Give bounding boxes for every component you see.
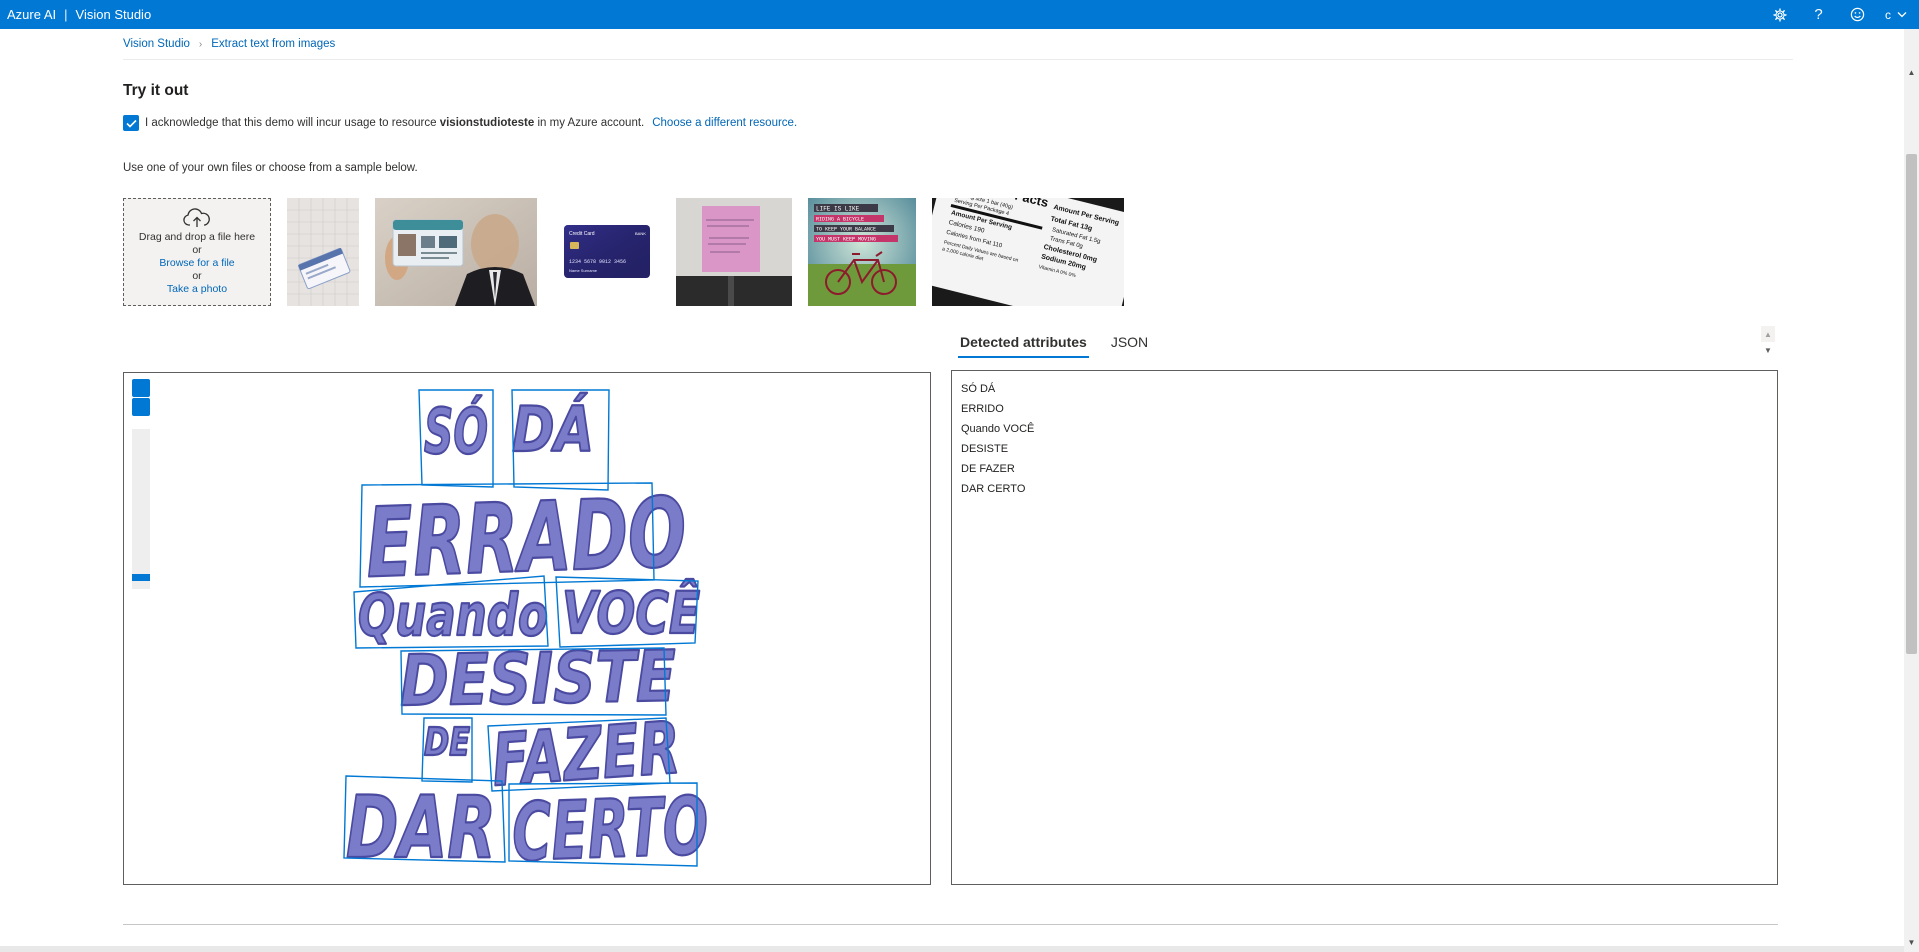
account-menu[interactable]: c [1877, 8, 1919, 22]
art-word-so: SÓ [424, 395, 488, 468]
drag-drop-text: Drag and drop a file here [138, 230, 256, 243]
product-name: Vision Studio [75, 7, 152, 22]
or-text: or [192, 270, 202, 283]
scroll-down-button[interactable]: ▼ [1761, 342, 1775, 358]
smiley-icon [1850, 7, 1865, 22]
art-word-da: DÁ [512, 393, 594, 466]
art-word-de: DE [424, 720, 470, 764]
cloud-upload-icon [183, 208, 210, 227]
analyzed-image: SÓ DÁ ERRADO Quando VOCÊ DESISTE DE FAZE… [343, 389, 711, 880]
result-tabs: Detected attributes JSON [958, 330, 1170, 358]
sample-image-sticky-note[interactable] [676, 198, 792, 306]
detected-line: DE FAZER [961, 463, 1015, 475]
detected-attributes-panel: SÓ DÁ ERRIDO Quando VOCÊ DESISTE DE FAZE… [951, 370, 1778, 885]
question-mark-icon: ? [1814, 6, 1823, 23]
help-button[interactable]: ? [1799, 0, 1838, 29]
top-bar-actions: ? c [1760, 0, 1919, 29]
choose-resource-link[interactable]: Choose a different resource. [652, 117, 797, 129]
poster-line-3: TO KEEP YOUR BALANCE [816, 227, 876, 233]
sample-hint: Use one of your own files or choose from… [123, 162, 418, 174]
settings-button[interactable] [1760, 0, 1799, 29]
acknowledge-checkbox[interactable] [123, 115, 139, 131]
chevron-right-icon: › [198, 38, 203, 50]
acknowledge-text-before: I acknowledge that this demo will incur … [145, 117, 437, 129]
breadcrumb: Vision Studio › Extract text from images [123, 38, 335, 50]
detected-line: DESISTE [961, 443, 1009, 455]
art-word-dar: DAR [346, 778, 496, 878]
browse-file-link[interactable]: Browse for a file [159, 257, 234, 270]
poster-line-1: LIFE IS LIKE [816, 206, 860, 213]
brand-name: Azure AI [7, 7, 57, 22]
poster-line-2: RIDING A BICYCLE [816, 217, 864, 223]
credit-card-brand: Credit Card [569, 231, 595, 237]
detected-line: Quando VOCÊ [961, 423, 1035, 435]
tab-json[interactable]: JSON [1109, 330, 1150, 358]
breadcrumb-current-link[interactable]: Extract text from images [211, 38, 335, 50]
file-dropzone[interactable]: Drag and drop a file here or Browse for … [123, 198, 271, 306]
sample-image-credit-card[interactable]: Credit Card BANK 1234 5678 9012 3456 Nam… [553, 198, 655, 306]
tab-detected-attributes[interactable]: Detected attributes [958, 330, 1089, 358]
user-initial: c [1885, 7, 1891, 22]
breadcrumb-root-link[interactable]: Vision Studio [123, 38, 190, 50]
scrollbar-down-arrow[interactable]: ▼ [1904, 934, 1919, 951]
breadcrumb-divider [123, 59, 1793, 60]
chevron-down-icon [1897, 12, 1907, 18]
resource-name: visionstudioteste [439, 117, 535, 129]
sample-image-id-card[interactable] [375, 198, 537, 306]
acknowledge-text-after: in my Azure account. [537, 117, 645, 129]
feedback-button[interactable] [1838, 0, 1877, 29]
poster-line-4: YOU MUST KEEP MOVING [816, 237, 876, 243]
bottom-divider [123, 924, 1778, 925]
scroll-up-button[interactable]: ▲ [1761, 326, 1775, 342]
gear-icon [1772, 7, 1787, 22]
image-canvas[interactable]: SÓ DÁ ERRADO Quando VOCÊ DESISTE DE FAZE… [123, 372, 931, 885]
credit-card-bank: BANK [635, 231, 646, 236]
tab-scroller: ▲ ▼ [1761, 326, 1775, 360]
app-brand[interactable]: Azure AI | Vision Studio [0, 7, 151, 22]
scrollbar-thumb[interactable] [1906, 154, 1917, 654]
detected-line: SÓ DÁ [961, 383, 996, 395]
scrollbar-up-arrow[interactable]: ▲ [1904, 64, 1919, 81]
page-scrollbar[interactable]: ▲ ▼ [1904, 29, 1919, 952]
sample-image-card-on-paper[interactable] [287, 198, 359, 306]
brand-separator: | [64, 7, 68, 22]
credit-card-number: 1234 5678 9012 3456 [569, 259, 626, 265]
top-bar: Azure AI | Vision Studio ? c [0, 0, 1919, 29]
sample-image-nutrition-facts[interactable]: Nutrition Facts Serving size 1 bar (40g)… [932, 198, 1124, 306]
credit-card-name: Name Surname [569, 268, 598, 273]
checkmark-icon [125, 119, 137, 128]
bottom-strip [0, 946, 1904, 952]
take-photo-link[interactable]: Take a photo [167, 283, 227, 296]
detected-line: DAR CERTO [961, 483, 1026, 495]
sample-image-bicycle-poster[interactable]: LIFE IS LIKE RIDING A BICYCLE TO KEEP YO… [808, 198, 916, 306]
section-title: Try it out [123, 82, 189, 99]
or-text: or [192, 243, 202, 256]
detected-line: ERRIDO [961, 403, 1004, 415]
acknowledge-row: I acknowledge that this demo will incur … [123, 115, 797, 131]
